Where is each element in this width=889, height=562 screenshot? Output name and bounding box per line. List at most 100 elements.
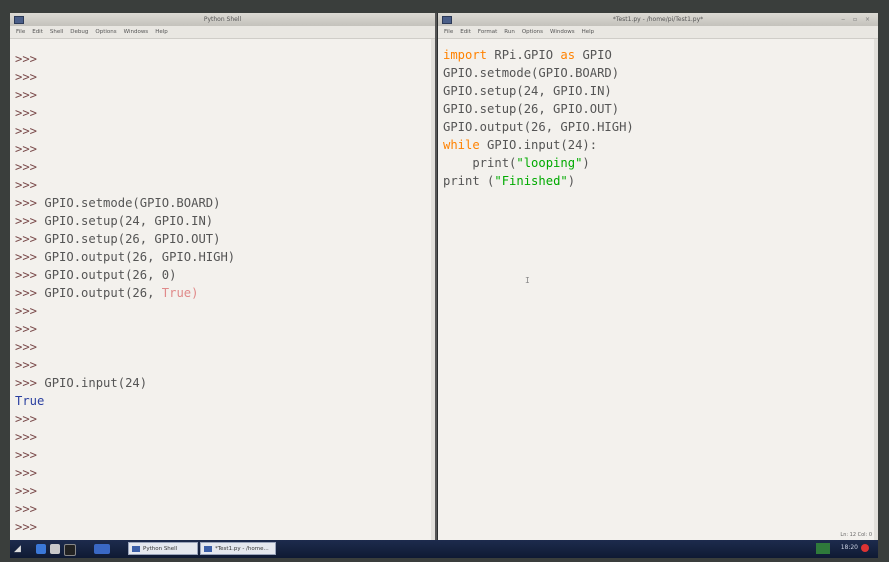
start-menu-icon[interactable]: ◢ (14, 544, 26, 554)
code-token: GPIO.setup(24, GPIO.IN) (443, 84, 612, 98)
shell-menubar: File Edit Shell Debug Options Windows Help (10, 26, 435, 39)
code-token: ) (567, 174, 576, 188)
code-token: GPIO.setmode(GPIO.BOARD) (44, 196, 221, 210)
menu-item-options[interactable]: Options (95, 29, 116, 35)
menu-item-windows[interactable]: Windows (550, 29, 575, 35)
volume-icon[interactable] (861, 544, 869, 552)
code-token: GPIO.input(24): (487, 138, 598, 152)
code-token: GPIO.output(26, GPIO.HIGH) (443, 120, 634, 134)
browser-icon[interactable] (36, 544, 46, 554)
menu-item-shell[interactable]: Shell (50, 29, 63, 35)
window-icon (132, 546, 140, 552)
code-token: GPIO.output(26, 0) (44, 268, 177, 282)
taskbar-item-editor[interactable]: *Test1.py - /home... (200, 542, 276, 555)
code-token: "Finished" (494, 174, 568, 188)
shell-titlebar[interactable]: Python Shell (10, 13, 435, 26)
editor-menubar: File Edit Format Run Options Windows Help (438, 26, 878, 39)
code-line: >>> (15, 302, 235, 320)
taskbar-item-python-shell[interactable]: Python Shell (128, 542, 198, 555)
shell-scrollbar[interactable] (431, 39, 435, 540)
code-token: while (443, 138, 488, 152)
code-line: >>> GPIO.setup(26, GPIO.OUT) (15, 230, 235, 248)
menu-item-file[interactable]: File (16, 29, 25, 35)
code-token: >>> (15, 466, 38, 480)
code-token: >>> (15, 430, 38, 444)
shell-title: Python Shell (203, 16, 242, 23)
menu-item-edit[interactable]: Edit (460, 29, 471, 35)
code-token: >>> (15, 484, 38, 498)
code-token: >>> (15, 178, 38, 192)
code-line: >>> (15, 428, 235, 446)
code-line: >>> (15, 320, 235, 338)
code-line: >>> (15, 356, 235, 374)
code-token: >>> (15, 196, 45, 210)
menu-item-windows[interactable]: Windows (124, 29, 149, 35)
code-line: >>> (15, 482, 235, 500)
terminal-icon[interactable] (64, 544, 76, 556)
code-line: >>> (15, 158, 235, 176)
code-line: >>> (15, 338, 235, 356)
menu-item-help[interactable]: Help (155, 29, 168, 35)
code-line: >>> (15, 50, 235, 68)
code-line: >>> (15, 86, 235, 104)
code-token: >>> (15, 304, 38, 318)
network-icon[interactable] (816, 543, 830, 554)
code-line: >>> (15, 104, 235, 122)
code-line: >>> (15, 518, 235, 536)
editor-status: Ln: 12 Col: 0 (840, 532, 872, 538)
taskbar: ◢ Python Shell *Test1.py - /home... 18:2… (10, 540, 878, 558)
text-cursor-icon: I (525, 276, 530, 285)
code-token: GPIO.setmode(GPIO.BOARD) (443, 66, 620, 80)
editor-titlebar[interactable]: *Test1.py - /home/pi/Test1.py* ‒ ▫ × (438, 13, 878, 26)
code-line: >>> (15, 176, 235, 194)
code-line: True (15, 392, 235, 410)
clock[interactable]: 18:20 (841, 544, 858, 551)
menu-item-format[interactable]: Format (478, 29, 497, 35)
window-controls-icon[interactable]: ‒ ▫ × (841, 13, 873, 26)
code-token: >>> (15, 232, 45, 246)
menu-item-options[interactable]: Options (522, 29, 543, 35)
editor-text-area[interactable]: import RPi.GPIO as GPIO GPIO.setmode(GPIO… (443, 46, 634, 190)
code-line: >>> (15, 140, 235, 158)
code-line: >>> (15, 410, 235, 428)
code-token: >>> (15, 268, 45, 282)
code-token: >>> (15, 160, 38, 174)
desktop-icon[interactable] (94, 544, 110, 554)
code-token: >>> (15, 286, 45, 300)
menu-item-file[interactable]: File (444, 29, 453, 35)
code-token: >>> (15, 412, 38, 426)
task-label: *Test1.py - /home... (215, 546, 269, 552)
code-line: >>> GPIO.output(26, GPIO.HIGH) (15, 248, 235, 266)
code-line: import RPi.GPIO as GPIO (443, 46, 634, 64)
code-token: GPIO.setup(26, GPIO.OUT) (44, 232, 221, 246)
shell-output[interactable]: >>> >>> >>> >>> >>> >>> >>> >>> >>> GPIO.setmode… (15, 50, 235, 540)
file-manager-icon[interactable] (50, 544, 60, 554)
menu-item-help[interactable]: Help (582, 29, 595, 35)
code-line: >>> GPIO.output(26, True) (15, 284, 235, 302)
code-line: print("looping") (443, 154, 634, 172)
code-token: GPIO.input(24) (44, 376, 148, 390)
code-token: >>> (15, 106, 38, 120)
code-line: while GPIO.input(24): (443, 136, 634, 154)
window-icon (204, 546, 212, 552)
code-token: True (15, 394, 45, 408)
desktop: Python Shell File Edit Shell Debug Options Wi… (10, 13, 878, 558)
code-line: GPIO.setup(26, GPIO.OUT) (443, 100, 634, 118)
code-token: GPIO.output(26, GPIO.HIGH) (44, 250, 236, 264)
code-line: >>> GPIO.output(26, 0) (15, 266, 235, 284)
code-token: print ( (443, 174, 495, 188)
code-line: >>> (15, 500, 235, 518)
code-line: >>> (15, 446, 235, 464)
code-token: >>> (15, 250, 45, 264)
window-icon (14, 16, 24, 24)
code-token: >>> (15, 340, 38, 354)
code-token: >>> (15, 88, 38, 102)
editor-scrollbar[interactable] (874, 39, 878, 540)
menu-item-edit[interactable]: Edit (32, 29, 43, 35)
code-token: GPIO.output(26, (44, 286, 162, 300)
menu-item-debug[interactable]: Debug (70, 29, 88, 35)
code-token: >>> (15, 358, 38, 372)
code-token: as (560, 48, 583, 62)
menu-item-run[interactable]: Run (504, 29, 515, 35)
code-token: >>> (15, 52, 38, 66)
